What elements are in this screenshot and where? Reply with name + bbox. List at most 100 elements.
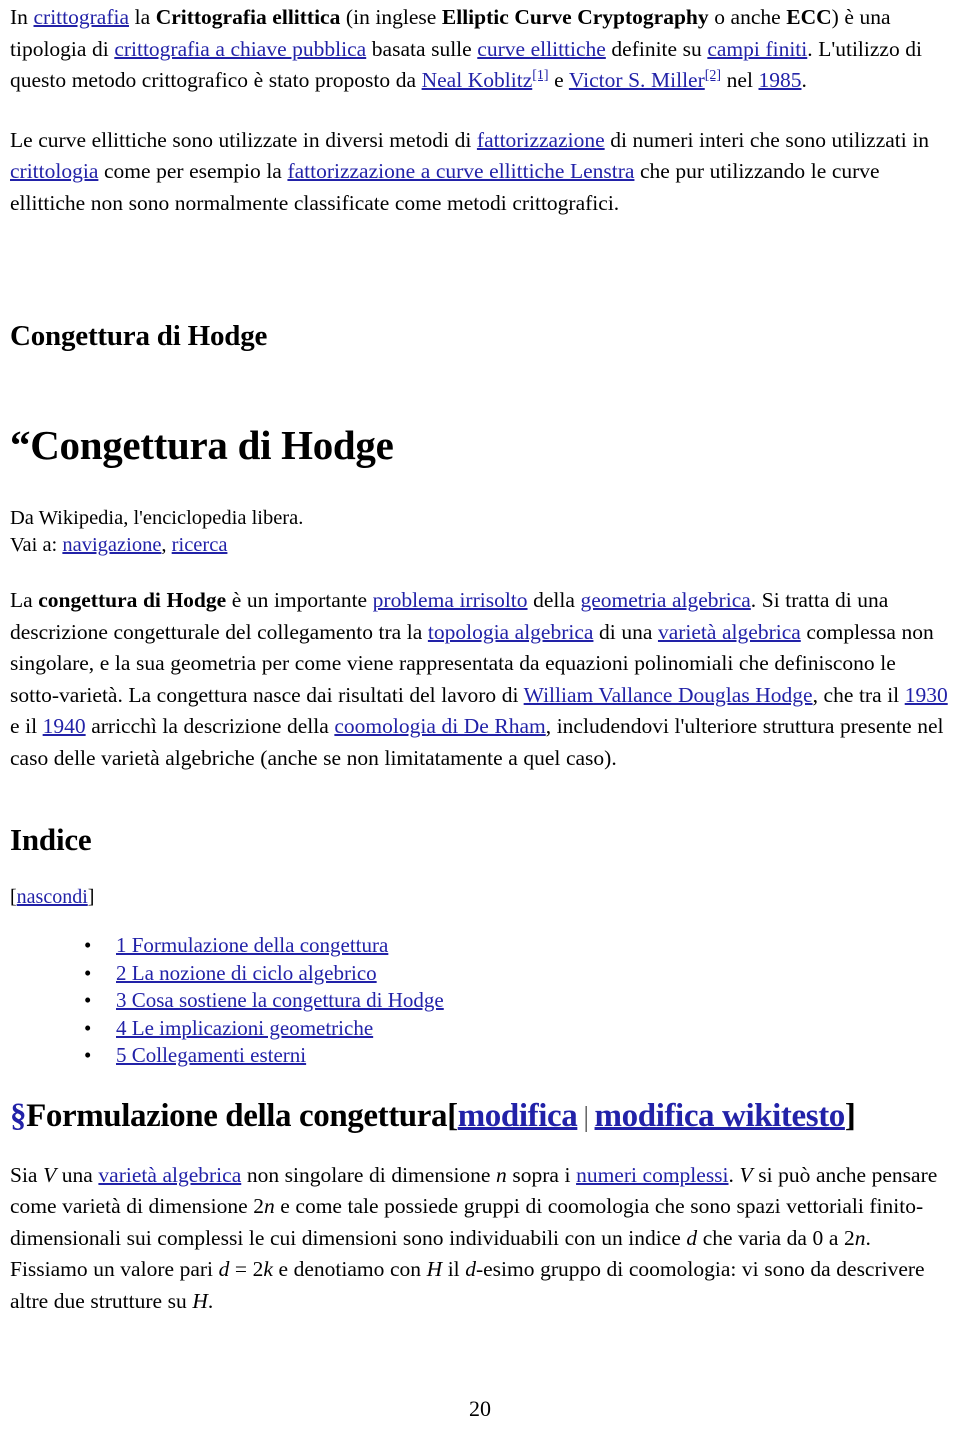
reference-link-1[interactable]: [1]	[532, 68, 548, 83]
link-navigazione[interactable]: navigazione	[62, 534, 161, 556]
text-fragment: è un importante	[226, 588, 373, 612]
math-var-d: d	[218, 1257, 230, 1281]
section-title: Formulazione della congettura	[26, 1097, 448, 1134]
list-item[interactable]: • 5 Collegamenti esterni	[50, 1042, 950, 1070]
text-fragment: e denotiamo con	[272, 1257, 427, 1281]
reference-link-2[interactable]: [2]	[705, 68, 721, 83]
bold-elliptic-curve-cryptography: Elliptic Curve Cryptography	[441, 5, 709, 29]
text-fragment: e il	[10, 714, 43, 738]
math-var-h: H	[192, 1288, 208, 1313]
list-item[interactable]: • 4 Le implicazioni geometriche	[50, 1015, 950, 1043]
math-var-v: V	[739, 1162, 753, 1187]
bullet-icon: •	[84, 960, 92, 985]
text-fragment: che varia da 0 a 2	[697, 1225, 855, 1250]
text-fragment: nel	[721, 68, 759, 92]
edit-link[interactable]: modifica	[458, 1098, 578, 1134]
edit-source-link[interactable]: modifica wikitesto	[595, 1098, 846, 1134]
link-crittologia[interactable]: crittologia	[10, 159, 98, 183]
text-fragment: di una	[593, 619, 658, 644]
text-fragment: Sia	[10, 1162, 44, 1187]
link-crittografia-a-chiave-pubblica[interactable]: crittografia a chiave pubblica	[114, 37, 366, 61]
heading-indice: Indice	[10, 822, 92, 857]
link-victor-s-miller[interactable]: Victor S. Miller	[569, 68, 705, 92]
toc-link-2[interactable]: 2 La nozione di ciclo algebrico	[116, 961, 377, 985]
link-coomologia-di-de-rham[interactable]: coomologia di De Rham	[334, 714, 545, 738]
list-item[interactable]: • 3 Cosa sostiene la congettura di Hodge	[50, 987, 950, 1015]
section-anchor-icon[interactable]: §	[10, 1098, 27, 1134]
text-fragment: come per esempio la	[98, 159, 288, 183]
toc-hide-control: [nascondi]	[10, 858, 950, 910]
link-fattorizzazione[interactable]: fattorizzazione	[477, 128, 605, 152]
text-fragment: .	[207, 1288, 214, 1313]
link-william-vallance-douglas-hodge[interactable]: William Vallance Douglas Hodge	[524, 683, 813, 707]
link-geometria-algebrica[interactable]: geometria algebrica	[580, 588, 750, 612]
bullet-icon: •	[84, 933, 92, 957]
toc-link-1[interactable]: 1 Formulazione della congettura	[116, 933, 388, 957]
text-fragment: non singolare di dimensione	[241, 1162, 497, 1187]
intro-paragraph-2: Le curve ellittiche sono utilizzate in d…	[10, 97, 950, 220]
text-fragment: .	[801, 68, 807, 92]
text-fragment: sopra i	[506, 1162, 577, 1187]
section-heading-formulazione: §Formulazione della congettura[modifica |…	[10, 1070, 950, 1138]
math-var-d: d	[465, 1257, 476, 1281]
toc-link-3[interactable]: 3 Cosa sostiene la congettura di Hodge	[116, 988, 444, 1012]
heading-congettura-di-hodge-small: Congettura di Hodge	[10, 320, 268, 352]
link-fattorizzazione-lenstra[interactable]: fattorizzazione a curve ellittiche Lenst…	[287, 159, 634, 183]
link-ricerca[interactable]: ricerca	[172, 534, 228, 556]
link-1940[interactable]: 1940	[43, 714, 86, 738]
link-numeri-complessi[interactable]: numeri complessi	[576, 1163, 728, 1187]
link-1930[interactable]: 1930	[905, 683, 948, 707]
open-bracket: [	[10, 886, 17, 908]
list-item[interactable]: • 1 Formulazione della congettura	[50, 932, 950, 960]
reference-marker-1[interactable]: [1]	[532, 68, 548, 83]
link-varieta-algebrica[interactable]: varietà algebrica	[98, 1163, 241, 1187]
table-of-contents-list: • 1 Formulazione della congettura • 2 La n…	[10, 910, 950, 1070]
link-problema-irrisolto[interactable]: problema irrisolto	[373, 588, 528, 612]
text-fragment: la	[129, 5, 156, 29]
bullet-icon: •	[84, 1043, 92, 1067]
goto-separator: ,	[161, 534, 172, 556]
toc-link-5[interactable]: 5 Collegamenti esterni	[116, 1043, 306, 1067]
math-var-d: d	[686, 1225, 698, 1250]
text-fragment: = 2	[229, 1257, 264, 1281]
wikipedia-tagline-block: Da Wikipedia, l'enciclopedia libera. Vai…	[10, 469, 950, 559]
link-1985[interactable]: 1985	[759, 68, 802, 92]
reference-marker-2[interactable]: [2]	[705, 68, 721, 83]
text-fragment: , che tra il	[812, 682, 905, 707]
text-fragment: di numeri interi che sono utilizzati in	[604, 127, 930, 152]
link-campi-finiti[interactable]: campi finiti	[707, 37, 807, 61]
link-neal-koblitz[interactable]: Neal Koblitz	[422, 68, 533, 92]
list-item[interactable]: • 2 La nozione di ciclo algebrico	[50, 960, 950, 988]
intro-paragraph-1: In crittografia la Crittografia ellittic…	[10, 0, 950, 97]
text-fragment: La	[10, 588, 39, 612]
text-fragment: basata sulle	[366, 36, 478, 61]
link-varieta-algebrica[interactable]: varietà algebrica	[658, 620, 801, 644]
link-nascondi[interactable]: nascondi	[17, 886, 88, 908]
goto-label: Vai a:	[10, 534, 63, 556]
from-wikipedia-line: Da Wikipedia, l'enciclopedia libera.	[10, 507, 304, 529]
text-fragment: e	[548, 68, 569, 92]
toc-link-4[interactable]: 4 Le implicazioni geometriche	[116, 1016, 373, 1040]
hodge-lead-paragraph: La congettura di Hodge è un importante p…	[10, 559, 950, 774]
page-number: 20	[469, 1396, 491, 1421]
math-var-h: H	[426, 1257, 443, 1281]
open-bracket: [	[447, 1097, 458, 1134]
close-bracket: ]	[87, 886, 95, 908]
goto-line: Vai a: navigazione, ricerca	[10, 532, 950, 559]
bold-crittografia-ellittica: Crittografia ellittica	[155, 5, 341, 29]
link-topologia-algebrica[interactable]: topologia algebrica	[428, 620, 594, 644]
math-var-n: n	[263, 1194, 275, 1218]
text-fragment: definite su	[605, 36, 708, 61]
text-fragment: Le curve ellittiche sono utilizzate in d…	[10, 127, 477, 152]
link-curve-ellittiche[interactable]: curve ellittiche	[477, 37, 606, 61]
close-bracket: ]	[844, 1097, 856, 1134]
bold-ecc: ECC	[786, 5, 832, 29]
text-fragment: o anche	[708, 5, 787, 29]
math-var-n: n	[854, 1225, 866, 1250]
text-fragment: In	[10, 5, 34, 29]
link-crittografia[interactable]: crittografia	[34, 5, 130, 29]
text-fragment: arricchì la descrizione della	[85, 714, 335, 738]
bullet-icon: •	[84, 1015, 92, 1040]
math-var-k: k	[263, 1257, 273, 1281]
text-fragment: della	[527, 588, 581, 612]
